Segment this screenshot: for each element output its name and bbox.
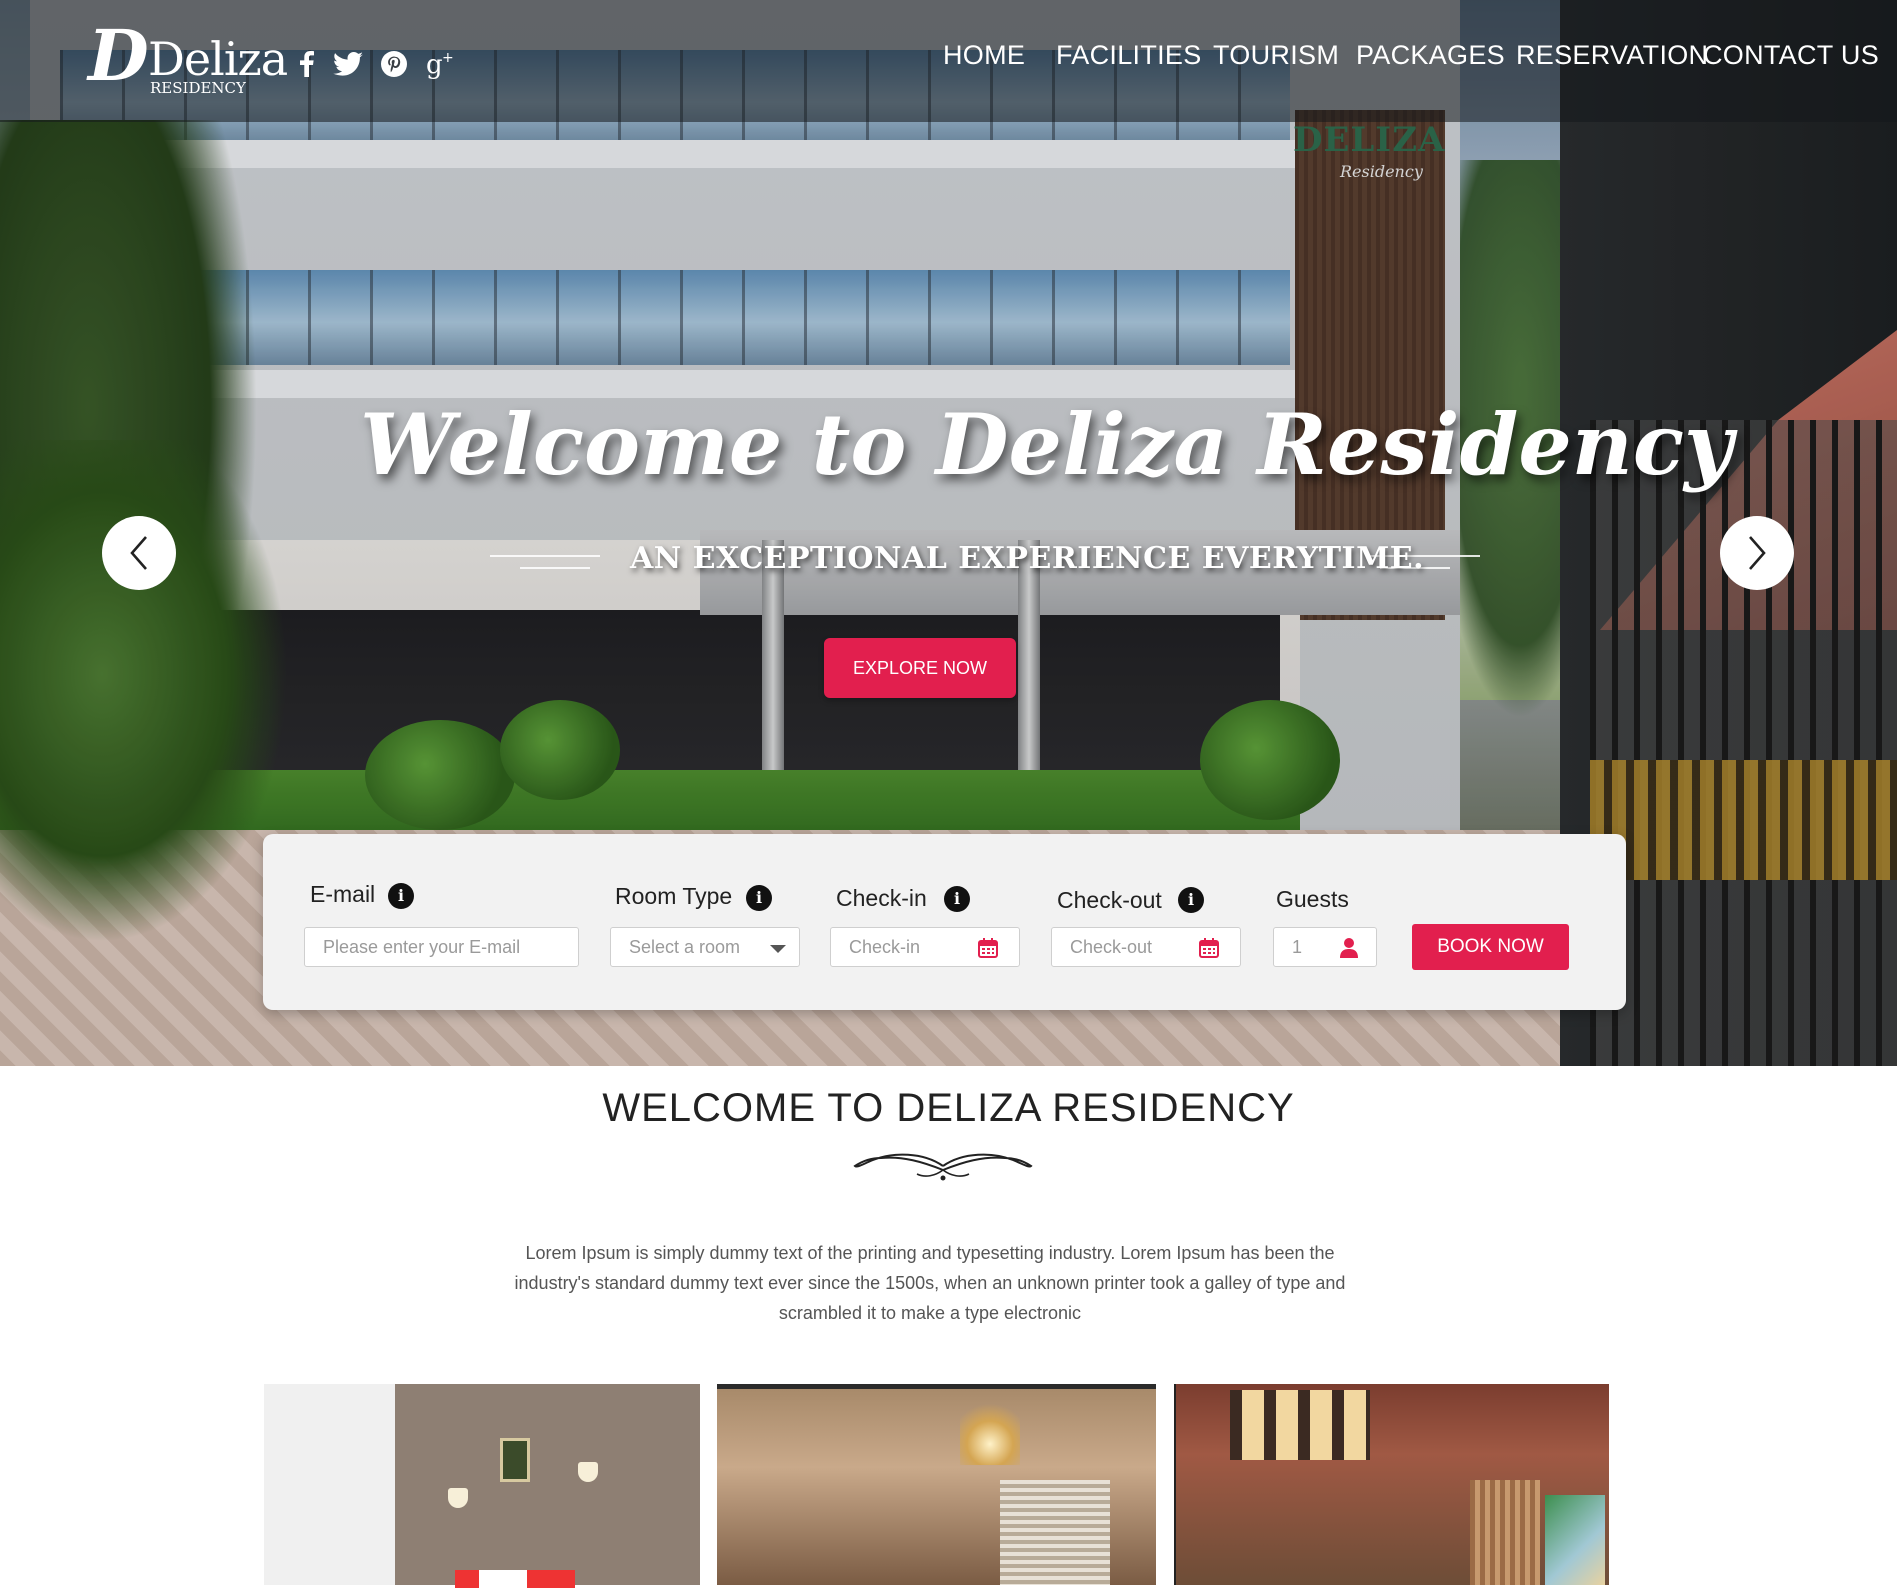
hero-headline: Welcome to Deliza Residency [360,395,1733,494]
room-chandelier [960,1395,1020,1465]
slider-prev-button[interactable] [102,516,176,590]
room-window [1545,1495,1605,1585]
welcome-text: Lorem Ipsum is simply dummy text of the … [514,1243,1346,1323]
room-type-label: Room Type [615,883,733,909]
nav-tourism[interactable]: TOURISM [1213,40,1339,71]
email-field[interactable]: Please enter your E-mail [304,927,579,967]
room-pillows [455,1570,575,1588]
info-icon[interactable]: i [746,885,772,911]
slider-next-button[interactable] [1720,516,1794,590]
check-out-placeholder: Check-out [1070,937,1153,957]
guests-field[interactable]: 1 [1273,927,1377,967]
svg-text:g: g [426,50,443,79]
check-in-label: Check-in [836,885,927,911]
room-lamp [448,1488,468,1508]
hero-tagline: AN EXCEPTIONAL EXPERIENCE EVERYTIME. [630,541,1425,576]
logo[interactable]: D Deliza RESIDENCY [88,14,288,98]
room-blinds [1000,1480,1110,1585]
chevron-left-icon [130,536,147,570]
nav-contact-us[interactable]: CONTACT US [1703,40,1879,71]
explore-now-button[interactable]: EXPLORE NOW [824,638,1016,698]
twitter-icon[interactable] [330,48,366,80]
section-title: WELCOME TO DELIZA RESIDENCY [602,1086,1295,1130]
email-label: E-mail [310,881,376,907]
chevron-right-icon [1749,536,1766,570]
calendar-icon [1199,938,1219,958]
room-curtain [1470,1480,1540,1585]
tagline-divider [520,567,590,569]
room-lamp [578,1462,598,1482]
calendar-icon [978,938,998,958]
ornament-divider [853,1153,1033,1181]
info-icon[interactable]: i [1178,887,1204,913]
room-type-select[interactable]: Select a room [610,927,800,967]
check-in-placeholder: Check-in [849,937,921,957]
nav-home[interactable]: HOME [943,40,1025,71]
person-icon [1340,938,1358,958]
facebook-icon[interactable] [292,48,322,80]
booking-form: E-mail i Please enter your E-mail Room T… [263,834,1626,1010]
room-ceiling [1230,1390,1370,1460]
caret-down-icon [770,945,786,953]
logo-name: Deliza [148,32,288,86]
email-placeholder: Please enter your E-mail [323,937,521,957]
info-icon[interactable]: i [388,883,414,909]
check-out-label: Check-out [1057,887,1162,913]
room-type-placeholder: Select a room [629,937,741,957]
nav-reservation[interactable]: RESERVATION [1516,40,1708,71]
guests-value: 1 [1292,937,1303,957]
guests-label: Guests [1276,886,1349,912]
tagline-divider [490,555,600,557]
room-wall-frame [500,1438,530,1482]
info-icon[interactable]: i [944,886,970,912]
logo-subtitle: RESIDENCY [150,79,246,97]
nav-facilities[interactable]: FACILITIES [1056,40,1202,71]
nav-packages[interactable]: PACKAGES [1356,40,1505,71]
svg-text:+: + [442,50,454,66]
room-image[interactable] [264,1384,700,1585]
logo-mark: D [88,14,149,97]
google-plus-icon[interactable]: g + [424,48,458,80]
check-in-field[interactable]: Check-in [830,927,1020,967]
book-now-button[interactable]: BOOK NOW [1412,924,1569,970]
pinterest-icon[interactable] [378,48,410,80]
check-out-field[interactable]: Check-out [1051,927,1241,967]
